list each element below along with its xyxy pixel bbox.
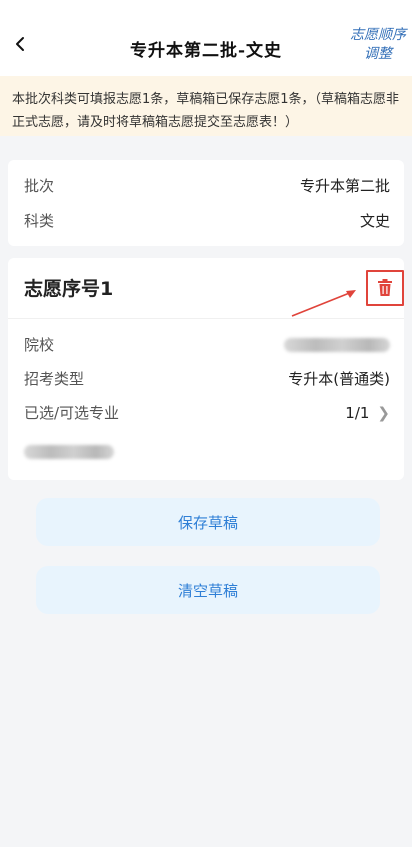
- annotation-arrow: [291, 290, 356, 317]
- exam-type-row: 招考类型 专升本(普通类): [24, 368, 390, 389]
- category-value: 文史: [359, 212, 390, 230]
- school-row: 院校: [24, 334, 390, 355]
- header-bar: 专升本第二批-文史 志愿顺序 调整: [0, 12, 412, 76]
- school-name-redacted: [284, 337, 390, 352]
- batch-label: 批次: [24, 177, 55, 195]
- category-label: 科类: [24, 212, 55, 230]
- batch-row: 批次 专升本第二批: [24, 175, 390, 196]
- batch-value: 专升本第二批: [299, 177, 390, 195]
- chevron-right-icon: ❯: [377, 403, 390, 422]
- majors-value-group: 1/1 ❯: [345, 404, 390, 422]
- batch-info-card: 批次 专升本第二批 科类 文史: [8, 160, 404, 246]
- save-draft-button[interactable]: 保存草稿: [36, 498, 380, 546]
- majors-row[interactable]: 已选/可选专业 1/1 ❯: [24, 402, 390, 423]
- clear-draft-button[interactable]: 清空草稿: [36, 566, 380, 614]
- majors-label: 已选/可选专业: [24, 404, 120, 422]
- adjust-order-link[interactable]: 志愿顺序 调整: [346, 26, 410, 64]
- major-name-row: [24, 444, 114, 463]
- category-row: 科类 文史: [24, 210, 390, 231]
- adjust-order-line1: 志愿顺序: [350, 27, 406, 43]
- delete-button[interactable]: [366, 270, 404, 306]
- adjust-order-line2: 调整: [364, 46, 392, 62]
- trash-icon: [378, 279, 392, 296]
- exam-type-label: 招考类型: [24, 370, 85, 388]
- exam-type-value: 专升本(普通类): [288, 370, 390, 388]
- preference-title: 志愿序号1: [24, 278, 114, 300]
- majors-value: 1/1: [345, 403, 370, 422]
- school-label: 院校: [24, 336, 55, 354]
- notice-banner: 本批次科类可填报志愿1条，草稿箱已保存志愿1条，（草稿箱志愿非正式志愿，请及时将…: [0, 76, 412, 136]
- status-bar: [0, 0, 412, 12]
- major-name-redacted: [24, 445, 114, 459]
